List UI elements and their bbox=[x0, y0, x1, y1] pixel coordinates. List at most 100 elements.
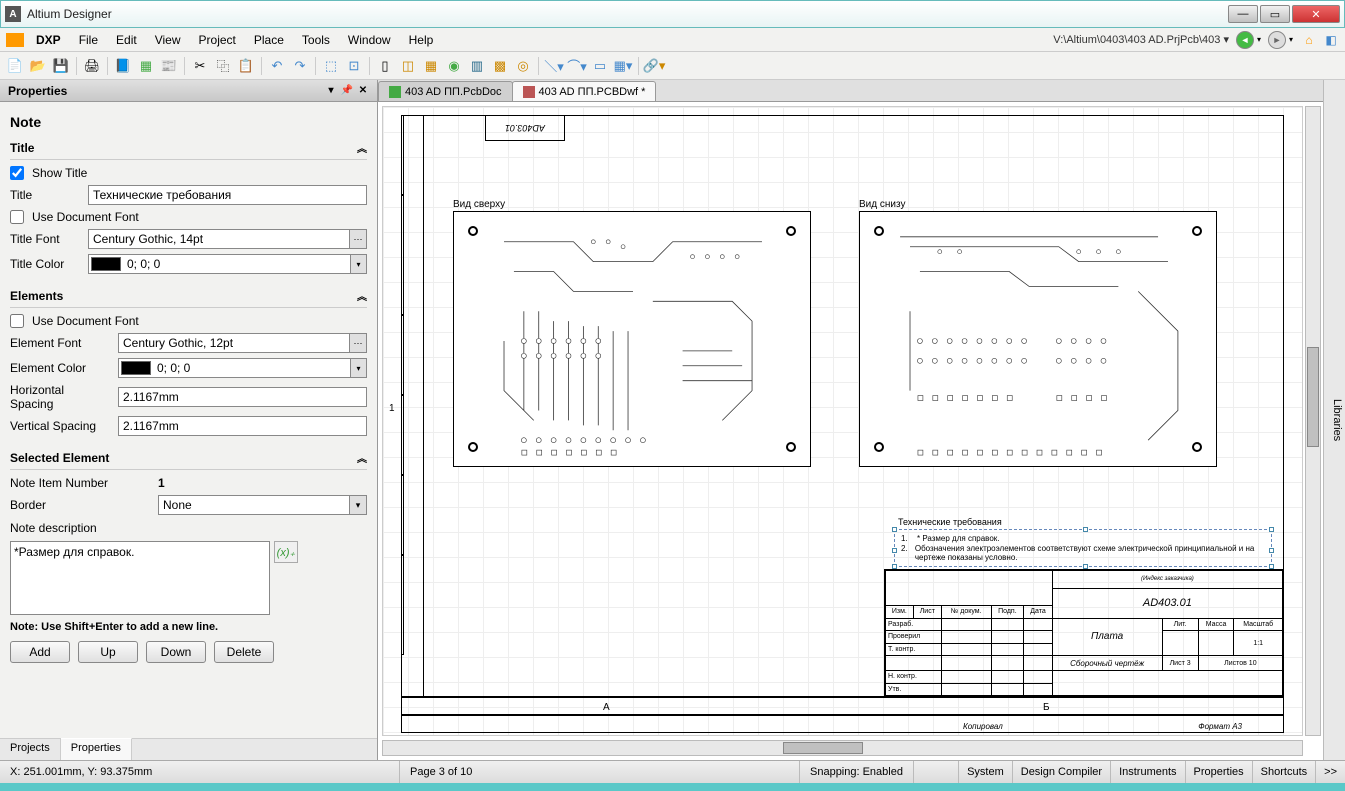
home-icon[interactable]: ⌂ bbox=[1301, 32, 1317, 48]
vspace-input[interactable] bbox=[118, 416, 367, 436]
zoom-area-icon[interactable]: ⊡ bbox=[343, 55, 365, 77]
title-block: (Индекс заказчика) AD403.01 Изм.Лист№ до… bbox=[884, 569, 1284, 697]
panel-pin-icon[interactable]: 📌 bbox=[341, 85, 353, 97]
elem-font-input[interactable] bbox=[118, 333, 349, 353]
favorites-icon[interactable]: ◧ bbox=[1323, 32, 1339, 48]
drawing-canvas[interactable]: AD403.01 Вид сверху Вид снизу bbox=[378, 102, 1323, 760]
elem-font-browse-button[interactable]: ⋯ bbox=[349, 333, 367, 353]
menu-file[interactable]: File bbox=[71, 31, 106, 49]
note-block[interactable]: Технические требования 1.* Размер для сп… bbox=[894, 517, 1272, 567]
tab-projects[interactable]: Projects bbox=[0, 739, 61, 760]
menu-view[interactable]: View bbox=[147, 31, 189, 49]
border-select[interactable] bbox=[158, 495, 349, 515]
add-button[interactable]: Add bbox=[10, 641, 70, 663]
border-dropdown-button[interactable]: ▾ bbox=[349, 495, 367, 515]
toolbar: 📄 📂 💾 🖨 📘 ▦ 📰 ✂ ⿻ 📋 ↶ ↷ ⬚ ⊡ ▯ ◫ ▦ ◉ ▥ ▩ … bbox=[0, 52, 1345, 80]
panel-title: Properties bbox=[8, 84, 321, 98]
doc-tab-pcbdwf[interactable]: 403 AD ПП.PCBDwf * bbox=[512, 81, 657, 101]
doc-tab-pcbdoc[interactable]: 403 AD ПП.PcbDoc bbox=[378, 81, 513, 101]
close-button[interactable]: ✕ bbox=[1292, 5, 1340, 23]
vertical-scrollbar[interactable] bbox=[1305, 106, 1321, 736]
collapse-icon[interactable]: ︽ bbox=[357, 450, 367, 465]
place-arc-icon[interactable]: ⌒▾ bbox=[566, 55, 588, 77]
project-path[interactable]: V:\Altium\0403\403 AD.PrjPcb\403 ▾ bbox=[1049, 33, 1233, 46]
zoom-fit-icon[interactable]: ⬚ bbox=[320, 55, 342, 77]
sb-tab-instruments[interactable]: Instruments bbox=[1110, 761, 1184, 783]
maximize-button[interactable]: ▭ bbox=[1260, 5, 1290, 23]
desc-textarea[interactable]: *Размер для справок. bbox=[10, 541, 270, 615]
tool3-icon[interactable]: ▦ bbox=[420, 55, 442, 77]
pcb-top-view bbox=[453, 211, 811, 467]
redo-icon[interactable]: ↷ bbox=[289, 55, 311, 77]
down-button[interactable]: Down bbox=[146, 641, 206, 663]
title-font-input[interactable] bbox=[88, 229, 349, 249]
title-color-picker[interactable]: 0; 0; 0▾ bbox=[88, 254, 367, 274]
new-icon[interactable]: 📄 bbox=[4, 55, 26, 77]
save-icon[interactable]: 💾 bbox=[50, 55, 72, 77]
title-input[interactable] bbox=[88, 185, 367, 205]
copy-icon[interactable]: ⿻ bbox=[212, 55, 234, 77]
app-logo-icon: A bbox=[5, 6, 21, 22]
doc-icon[interactable]: 📰 bbox=[158, 55, 180, 77]
up-button[interactable]: Up bbox=[78, 641, 138, 663]
title-font-browse-button[interactable]: ⋯ bbox=[349, 229, 367, 249]
place-rect-icon[interactable]: ▭ bbox=[589, 55, 611, 77]
menu-project[interactable]: Project bbox=[191, 31, 244, 49]
menu-place[interactable]: Place bbox=[246, 31, 292, 49]
sheet-icon[interactable]: ▦ bbox=[135, 55, 157, 77]
sb-tab-system[interactable]: System bbox=[958, 761, 1012, 783]
undo-icon[interactable]: ↶ bbox=[266, 55, 288, 77]
sb-tab-compiler[interactable]: Design Compiler bbox=[1012, 761, 1110, 783]
fx-button[interactable]: (x)₊ bbox=[274, 541, 298, 563]
tool4-icon[interactable]: ◉ bbox=[443, 55, 465, 77]
panel-dropdown-icon[interactable]: ▾ bbox=[325, 85, 337, 97]
main-area: 403 AD ПП.PcbDoc 403 AD ПП.PCBDwf * AD40… bbox=[378, 80, 1323, 760]
menu-tools[interactable]: Tools bbox=[294, 31, 338, 49]
dxp-icon[interactable] bbox=[6, 33, 24, 47]
pcbdwf-icon bbox=[523, 86, 535, 98]
tool1-icon[interactable]: ▯ bbox=[374, 55, 396, 77]
pcb-bottom-view bbox=[859, 211, 1217, 467]
minimize-button[interactable]: — bbox=[1228, 5, 1258, 23]
delete-button[interactable]: Delete bbox=[214, 641, 274, 663]
window-title: Altium Designer bbox=[27, 7, 1228, 21]
elem-color-picker[interactable]: 0; 0; 0▾ bbox=[118, 358, 367, 378]
paste-icon[interactable]: 📋 bbox=[235, 55, 257, 77]
horizontal-scrollbar[interactable] bbox=[382, 740, 1303, 756]
print-icon[interactable]: 🖨 bbox=[81, 55, 103, 77]
book-icon[interactable]: 📘 bbox=[112, 55, 134, 77]
cut-icon[interactable]: ✂ bbox=[189, 55, 211, 77]
open-icon[interactable]: 📂 bbox=[27, 55, 49, 77]
collapse-icon[interactable]: ︽ bbox=[357, 288, 367, 303]
panel-close-icon[interactable]: ✕ bbox=[357, 85, 369, 97]
menu-edit[interactable]: Edit bbox=[108, 31, 145, 49]
title-use-doc-font-checkbox[interactable] bbox=[10, 210, 24, 224]
selected-section-header: Selected Element bbox=[10, 451, 109, 465]
menu-help[interactable]: Help bbox=[401, 31, 442, 49]
hint-text: Note: Use Shift+Enter to add a new line. bbox=[10, 621, 367, 633]
menu-window[interactable]: Window bbox=[340, 31, 399, 49]
collapse-icon[interactable]: ︽ bbox=[357, 140, 367, 155]
tool6-icon[interactable]: ▩ bbox=[489, 55, 511, 77]
coord-1: 1 bbox=[389, 403, 395, 414]
link-icon[interactable]: 🔗▾ bbox=[643, 55, 665, 77]
hspace-input[interactable] bbox=[118, 387, 367, 407]
item-num-label: Note Item Number bbox=[10, 476, 150, 490]
place-line-icon[interactable]: ＼▾ bbox=[543, 55, 565, 77]
sb-more-button[interactable]: >> bbox=[1315, 761, 1345, 783]
nav-back-button[interactable]: ◄ bbox=[1236, 31, 1254, 49]
tab-properties[interactable]: Properties bbox=[61, 738, 132, 760]
sb-tab-shortcuts[interactable]: Shortcuts bbox=[1252, 761, 1315, 783]
sb-tab-properties[interactable]: Properties bbox=[1185, 761, 1252, 783]
tool2-icon[interactable]: ◫ bbox=[397, 55, 419, 77]
title-bar: A Altium Designer — ▭ ✕ bbox=[0, 0, 1345, 28]
menu-dxp[interactable]: DXP bbox=[28, 31, 69, 49]
libraries-rail[interactable]: Libraries bbox=[1323, 80, 1345, 760]
place-grid-icon[interactable]: ▦▾ bbox=[612, 55, 634, 77]
nav-forward-button[interactable]: ► bbox=[1268, 31, 1286, 49]
show-title-checkbox[interactable] bbox=[10, 166, 24, 180]
tool5-icon[interactable]: ▥ bbox=[466, 55, 488, 77]
tool7-icon[interactable]: ◎ bbox=[512, 55, 534, 77]
elem-use-doc-font-checkbox[interactable] bbox=[10, 314, 24, 328]
view-top-label: Вид сверху bbox=[453, 199, 505, 210]
